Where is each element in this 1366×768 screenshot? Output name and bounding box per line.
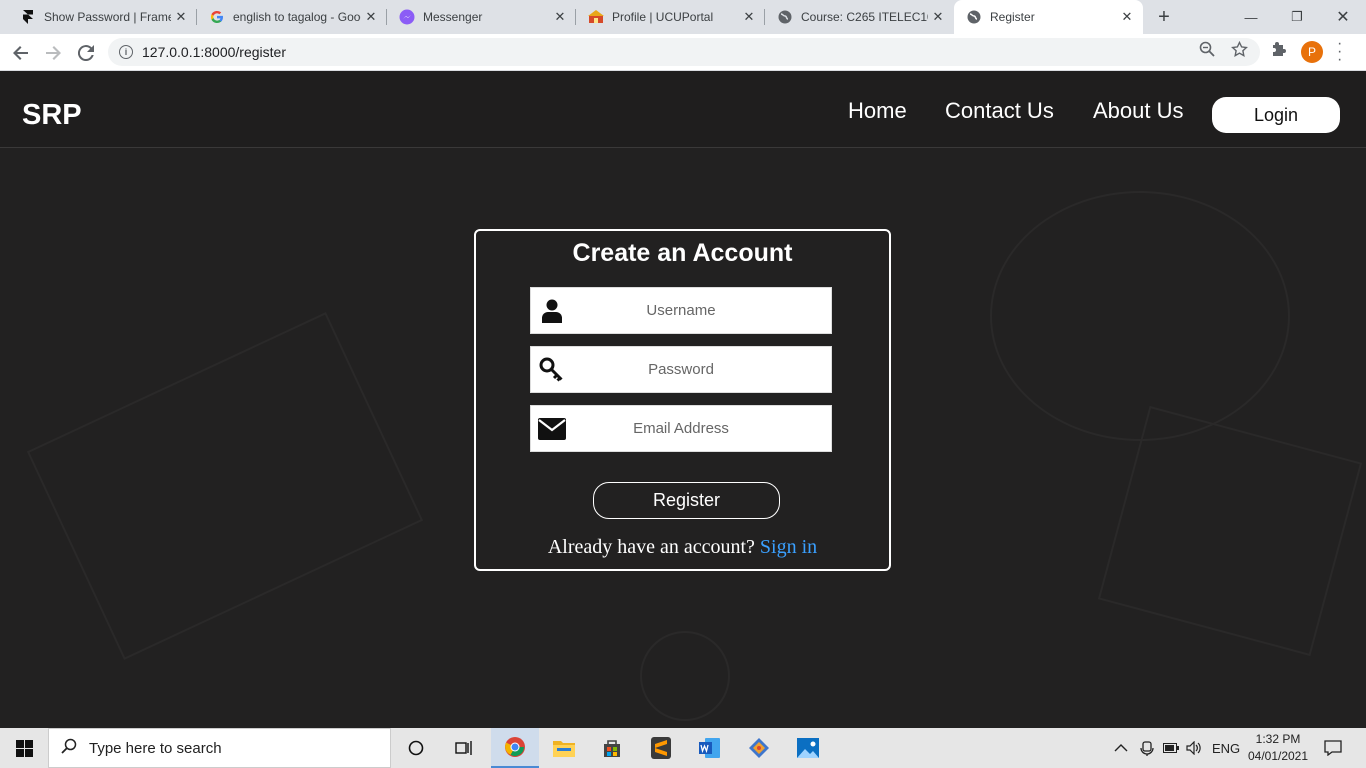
already-have-account-text: Already have an account? [547, 536, 755, 558]
address-bar[interactable]: i 127.0.0.1:8000/register [108, 38, 1260, 66]
new-tab-button[interactable]: + [1153, 6, 1175, 28]
tab-title: english to tagalog - Google Search [233, 10, 361, 24]
tab-title: Course: C265 ITELEC10 [801, 10, 928, 24]
task-view-icon[interactable] [440, 728, 488, 768]
chrome-icon[interactable] [491, 728, 539, 768]
cortana-icon[interactable] [392, 728, 440, 768]
close-icon[interactable]: ✕ [550, 7, 570, 27]
tab-title: Register [990, 10, 1035, 24]
key-icon [537, 355, 567, 385]
profile-avatar[interactable]: P [1301, 41, 1323, 63]
envelope-icon [537, 414, 567, 444]
windows-start-icon[interactable] [0, 728, 48, 768]
info-icon[interactable]: i [119, 45, 133, 59]
user-icon [537, 296, 567, 326]
taskbar-search-placeholder: Type here to search [89, 739, 222, 757]
site-header: SRP Home Contact Us About Us Login [0, 71, 1366, 148]
tab-title: Profile | UCUPortal [612, 10, 714, 24]
bookmark-star-icon[interactable] [1231, 40, 1248, 62]
username-input[interactable] [569, 288, 793, 333]
close-window-icon[interactable]: ✕ [1320, 0, 1366, 34]
background-decoration [640, 631, 730, 721]
globe-icon [966, 9, 982, 25]
background-decoration [1097, 405, 1363, 657]
tab-messenger[interactable]: Messenger ✕ [387, 0, 576, 34]
register-button[interactable]: Register [593, 482, 780, 519]
password-input[interactable] [569, 347, 793, 392]
volume-icon[interactable] [1186, 728, 1202, 768]
google-icon [209, 9, 225, 25]
notifications-icon[interactable] [1324, 728, 1342, 768]
nav-contact-us[interactable]: Contact Us [945, 98, 1054, 124]
close-icon[interactable]: ✕ [361, 7, 381, 27]
tab-register[interactable]: Register ✕ [954, 0, 1143, 34]
browser-toolbar: i 127.0.0.1:8000/register P · · · [0, 34, 1366, 71]
page-content: SRP Home Contact Us About Us Login Creat… [0, 71, 1366, 728]
file-explorer-icon[interactable] [540, 728, 588, 768]
windows-taskbar: Type here to search ENG 1:32 PM 04/01/20 [0, 728, 1366, 768]
show-hidden-icons-chevron[interactable] [1114, 728, 1128, 768]
search-icon [61, 738, 81, 759]
tab-course[interactable]: Course: C265 ITELEC10 ✕ [765, 0, 954, 34]
globe-icon [777, 9, 793, 25]
form-title: Create an Account [572, 239, 793, 267]
email-input[interactable] [569, 406, 793, 451]
password-field[interactable] [530, 346, 832, 393]
background-decoration [990, 191, 1290, 441]
microsoft-word-icon[interactable] [686, 728, 734, 768]
tab-ucuportal[interactable]: Profile | UCUPortal ✕ [576, 0, 765, 34]
clock-time: 1:32 PM [1255, 732, 1301, 746]
close-icon[interactable]: ✕ [1117, 7, 1137, 27]
zoom-icon[interactable] [1199, 41, 1215, 61]
site-logo[interactable]: SRP [22, 99, 82, 132]
login-button[interactable]: Login [1212, 97, 1340, 133]
tab-title: Messenger [423, 10, 483, 24]
browser-tab-bar: Show Password | Framer ✕ english to taga… [0, 0, 1366, 34]
address-url[interactable]: 127.0.0.1:8000/register [142, 44, 286, 60]
messenger-icon [399, 9, 415, 25]
microsoft-store-icon[interactable] [588, 728, 636, 768]
meet-now-icon[interactable] [1140, 728, 1154, 768]
battery-icon[interactable] [1163, 728, 1179, 768]
more-menu-icon[interactable]: · · · [1337, 36, 1342, 68]
nav-home[interactable]: Home [848, 98, 907, 124]
back-arrow-icon[interactable] [8, 40, 34, 66]
sublime-text-icon[interactable] [637, 728, 685, 768]
email-field[interactable] [530, 405, 832, 452]
git-tool-icon[interactable] [735, 728, 783, 768]
register-card: Create an Account Register Already have … [474, 229, 891, 571]
tab-show-password[interactable]: Show Password | Framer ✕ [0, 0, 197, 34]
framer-icon [20, 9, 36, 25]
taskbar-search-box[interactable]: Type here to search [48, 728, 391, 768]
signin-link[interactable]: Sign in [760, 536, 817, 558]
restore-icon[interactable]: ❐ [1274, 0, 1320, 34]
signin-prompt: Already have an account? Sign in [476, 536, 889, 559]
close-icon[interactable]: ✕ [739, 7, 759, 27]
nav-about-us[interactable]: About Us [1093, 98, 1184, 124]
language-indicator[interactable]: ENG [1212, 728, 1240, 768]
close-icon[interactable]: ✕ [928, 7, 948, 27]
reload-icon[interactable] [73, 40, 99, 66]
close-icon[interactable]: ✕ [171, 7, 191, 27]
system-clock[interactable]: 1:32 PM 04/01/2021 [1246, 731, 1310, 765]
tab-title: Show Password | Framer [44, 10, 171, 24]
photos-icon[interactable] [784, 728, 832, 768]
ucuportal-icon [588, 9, 604, 25]
background-decoration [26, 312, 424, 660]
clock-date: 04/01/2021 [1247, 749, 1309, 763]
username-field[interactable] [530, 287, 832, 334]
tab-english-to-tagalog[interactable]: english to tagalog - Google Search ✕ [197, 0, 387, 34]
minimize-icon[interactable]: — [1228, 0, 1274, 34]
forward-arrow-icon[interactable] [40, 40, 66, 66]
extensions-puzzle-icon[interactable] [1271, 41, 1287, 61]
